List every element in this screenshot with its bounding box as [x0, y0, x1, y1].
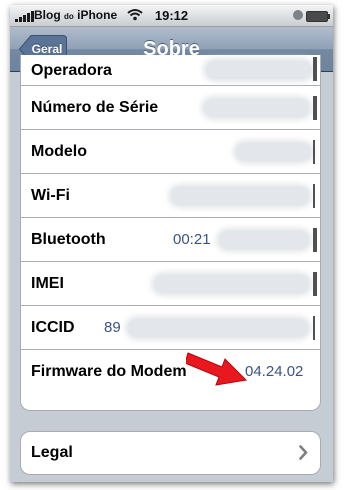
- row-imei: IMEI: [21, 262, 320, 306]
- row-label: Wi-Fi: [31, 187, 70, 204]
- row-numero-de-serie: Número de Série: [21, 86, 320, 130]
- iphone-screen: Blog do iPhone 19:12 Geral Sobre Operado…: [10, 5, 333, 482]
- row-bluetooth: Bluetooth 00:21: [21, 218, 320, 262]
- legal-row[interactable]: Legal: [20, 431, 321, 475]
- redaction-bar: [313, 272, 317, 296]
- legal-label: Legal: [31, 444, 73, 461]
- row-label: Operadora: [31, 62, 112, 79]
- redaction-bar: [313, 57, 317, 81]
- redaction-bar: [313, 184, 315, 208]
- status-time: 19:12: [154, 8, 189, 23]
- row-value: 04.24.02: [245, 363, 304, 380]
- about-info-group: Operadora Número de Série Modelo Wi-Fi B…: [20, 55, 321, 411]
- row-modelo: Modelo: [21, 130, 320, 174]
- row-iccid: ICCID 89: [21, 306, 320, 350]
- redacted-value: [171, 187, 309, 205]
- redacted-value: [236, 143, 311, 161]
- lock-icon: [293, 10, 303, 20]
- row-value: 00:21: [173, 231, 211, 248]
- redaction-bar: [313, 140, 315, 164]
- redaction-bar: [313, 316, 315, 340]
- row-label: ICCID: [31, 319, 75, 336]
- row-wifi: Wi-Fi: [21, 174, 320, 218]
- redaction-bar: [313, 96, 317, 120]
- row-label: Firmware do Modem: [31, 363, 187, 380]
- redacted-value: [128, 319, 308, 337]
- row-value: 89: [104, 319, 121, 336]
- redaction-bar: [313, 228, 317, 252]
- row-label: Modelo: [31, 143, 87, 160]
- redacted-value: [206, 61, 311, 79]
- row-firmware-do-modem: Firmware do Modem 04.24.02: [21, 350, 320, 394]
- row-label: Número de Série: [31, 99, 159, 116]
- row-label: IMEI: [31, 275, 64, 292]
- status-bar: Blog do iPhone 19:12: [10, 5, 333, 27]
- red-arrow-icon: [186, 352, 248, 386]
- redacted-value: [204, 99, 309, 117]
- chevron-right-icon: [299, 445, 308, 460]
- redacted-value: [219, 231, 309, 249]
- redacted-value: [154, 275, 309, 293]
- row-label: Bluetooth: [31, 231, 106, 248]
- battery-icon: [306, 11, 330, 22]
- row-operadora: Operadora: [21, 55, 320, 86]
